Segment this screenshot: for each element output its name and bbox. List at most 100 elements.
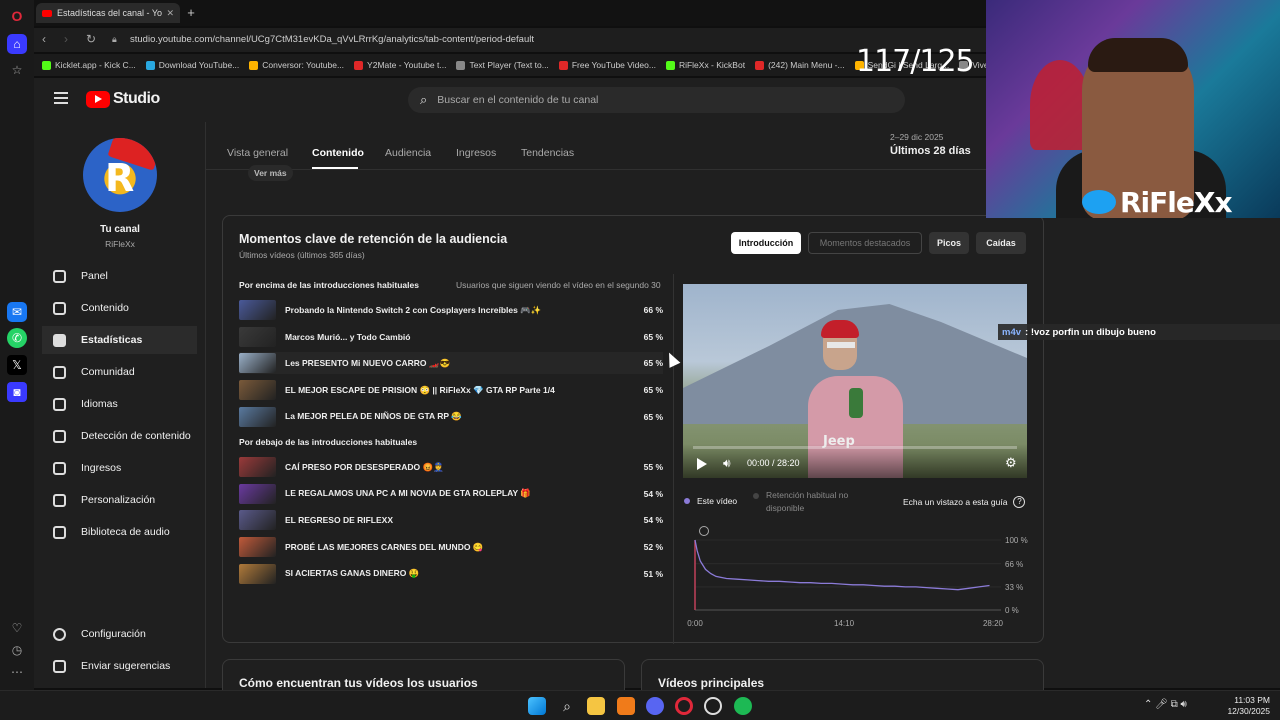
series-line xyxy=(694,539,990,591)
video-row[interactable]: Les PRESENTO Mi NUEVO CARRO 🏎️😎 65 % xyxy=(239,352,663,375)
feedback-button[interactable]: Enviar sugerencias xyxy=(42,652,197,680)
messenger-icon[interactable]: ✉ xyxy=(7,302,27,322)
video-row[interactable]: PROBÉ LAS MEJORES CARNES DEL MUNDO 😋 52 % xyxy=(239,536,663,558)
sidebar-item-earn[interactable]: Ingresos xyxy=(42,454,197,482)
sidebar-item-analytics[interactable]: Estadísticas xyxy=(42,326,197,354)
tab-audiencia[interactable]: Audiencia xyxy=(385,147,431,159)
forward-icon[interactable]: › xyxy=(64,32,68,46)
channel-label: Tu canal xyxy=(100,224,140,235)
filter-intro[interactable]: Introducción xyxy=(731,232,801,254)
more-icon[interactable]: ⋯ xyxy=(7,662,27,682)
video-progress-bar[interactable] xyxy=(693,446,1017,449)
ai-icon[interactable]: ◙ xyxy=(7,382,27,402)
filter-drops[interactable]: Caídas xyxy=(976,232,1026,254)
opera-logo-icon[interactable]: O xyxy=(7,6,27,26)
video-player[interactable]: Jeep 🔊︎ 00:00 / 28:20 ⚙ xyxy=(683,284,1027,478)
volume-icon[interactable]: 🔊︎ xyxy=(723,456,731,471)
x-tick-label: 14:10 xyxy=(834,619,855,628)
video-row[interactable]: EL MEJOR ESCAPE DE PRISION 😳 || RiFleXx … xyxy=(239,379,663,401)
video-row[interactable]: CAÍ PRESO POR DESESPERADO 😡👮 55 % xyxy=(239,456,663,478)
bookmark-item[interactable]: Conversor: Youtube... xyxy=(249,60,344,70)
settings-button[interactable]: Configuración xyxy=(42,620,197,648)
windows-start-icon[interactable] xyxy=(528,697,546,715)
browser-tab[interactable]: Estadísticas del canal - Yo ✕ xyxy=(36,3,180,23)
bookmark-item[interactable]: Free YouTube Video... xyxy=(558,60,656,70)
sidebar-item-label: Comunidad xyxy=(81,366,135,378)
search-input[interactable]: ⌕ Buscar en el contenido de tu canal xyxy=(408,87,905,113)
star-icon[interactable]: ☆ xyxy=(7,60,27,80)
menu-icon[interactable] xyxy=(54,92,68,104)
tab-tendencias[interactable]: Tendencias xyxy=(521,147,574,159)
streamer-name: RiFleXx xyxy=(1120,186,1233,218)
sidebar-item-dashboard[interactable]: Panel xyxy=(42,262,197,290)
sidebar-item-customization[interactable]: Personalización xyxy=(42,486,197,514)
filter-highlights[interactable]: Momentos destacados xyxy=(808,232,922,254)
bookmark-favicon-icon xyxy=(558,60,568,70)
spotify-icon[interactable] xyxy=(734,697,752,715)
sidebar-item-audio-library[interactable]: Biblioteca de audio xyxy=(42,518,197,546)
chat-text: : !voz porfin un dibujo bueno xyxy=(1025,326,1156,338)
bookmark-item[interactable]: (242) Main Menu -... xyxy=(755,60,845,70)
filter-peaks[interactable]: Picos xyxy=(929,232,969,254)
tray-icons[interactable]: ⌃ 🎤︎ ⧉ 🔊︎ xyxy=(1144,699,1187,710)
legend-habitual-label: Retención habitual no disponible xyxy=(766,490,849,513)
tab-vista-general[interactable]: Vista general xyxy=(227,147,288,159)
bookmark-item[interactable]: Text Player (Text to... xyxy=(456,60,549,70)
retention-card: Momentos clave de retención de la audien… xyxy=(222,215,1044,644)
heart-icon[interactable]: ♡ xyxy=(7,618,27,638)
sidebar-item-content[interactable]: Contenido xyxy=(42,294,197,322)
tab-ingresos[interactable]: Ingresos xyxy=(456,147,496,159)
video-settings-icon[interactable]: ⚙ xyxy=(1005,455,1017,471)
studio-logo[interactable]: Studio xyxy=(86,90,160,108)
tab-contenido[interactable]: Contenido xyxy=(312,147,364,159)
x-tick-label: 28:20 xyxy=(983,619,1004,628)
see-more-button[interactable]: Ver más xyxy=(248,165,293,181)
studio-header: Studio ⌕ Buscar en el contenido de tu ca… xyxy=(34,78,986,122)
clock[interactable]: 11:03 PM 12/30/2025 xyxy=(1222,695,1270,717)
video-thumbnail xyxy=(239,406,276,427)
back-icon[interactable]: ‹ xyxy=(42,32,46,46)
discord-icon[interactable] xyxy=(646,697,664,715)
search-icon[interactable]: ⌕ xyxy=(558,697,576,715)
video-row[interactable]: SI ACIERTAS GANAS DINERO 🤑 51 % xyxy=(239,563,663,585)
retention-chart[interactable]: 100 % 66 % 33 % 0 % 0:00 14:10 28:20 xyxy=(683,520,1033,628)
guide-link[interactable]: Echa un vistazo a esta guía ? xyxy=(903,496,1026,508)
video-row[interactable]: LE REGALAMOS UNA PC A MI NOVIA DE GTA RO… xyxy=(239,483,663,505)
opera-icon[interactable] xyxy=(675,697,693,715)
app-icon[interactable] xyxy=(617,697,635,715)
new-tab-icon[interactable]: + xyxy=(184,6,198,20)
close-tab-icon[interactable]: ✕ xyxy=(166,8,174,19)
x-icon[interactable]: 𝕏 xyxy=(7,355,27,375)
video-row[interactable]: Marcos Murió... y Todo Cambió 65 % xyxy=(239,326,663,348)
obs-icon[interactable] xyxy=(704,697,722,715)
sidebar-item-copyright[interactable]: Detección de contenido xyxy=(42,422,197,450)
bottle xyxy=(849,388,863,418)
file-explorer-icon[interactable] xyxy=(587,697,605,715)
bookmark-item[interactable]: Y2Mate - Youtube t... xyxy=(354,60,446,70)
play-icon[interactable] xyxy=(697,458,707,470)
history-icon[interactable]: ◷ xyxy=(7,640,27,660)
bookmark-item[interactable]: Kicklet.app - Kick C... xyxy=(42,60,136,70)
whatsapp-icon[interactable]: ✆ xyxy=(7,328,27,348)
reload-icon[interactable]: ↻ xyxy=(86,32,96,46)
date-range: 2–29 dic 2025 xyxy=(890,132,944,142)
video-title: CAÍ PRESO POR DESESPERADO 😡👮 xyxy=(285,461,444,472)
url-field[interactable]: studio.youtube.com/channel/UCg7CtM31evKD… xyxy=(130,34,534,45)
bookmark-item[interactable]: Download YouTube... xyxy=(145,60,239,70)
bookmark-label: Conversor: Youtube... xyxy=(262,60,345,70)
sidebar-item-community[interactable]: Comunidad xyxy=(42,358,197,386)
bookmark-item[interactable]: RiFleXx - KickBot xyxy=(665,60,745,70)
subtitles-icon xyxy=(53,397,66,411)
help-icon: ? xyxy=(1013,496,1026,508)
video-row[interactable]: Probando la Nintendo Switch 2 con Cospla… xyxy=(239,299,663,321)
sidebar-item-subtitles[interactable]: Idiomas xyxy=(42,390,197,418)
video-row[interactable]: EL REGRESO DE RIFLEXX 54 % xyxy=(239,509,663,531)
video-row[interactable]: La MEJOR PELEA DE NIÑOS DE GTA RP 😂 65 % xyxy=(239,406,663,428)
period-selector[interactable]: Últimos 28 días xyxy=(890,145,971,157)
video-title: PROBÉ LAS MEJORES CARNES DEL MUNDO 😋 xyxy=(285,541,484,552)
channel-avatar[interactable]: R xyxy=(83,138,157,212)
chat-user: m4v xyxy=(1002,326,1022,338)
home-icon[interactable]: ⌂ xyxy=(7,34,27,54)
retention-percent: 65 % xyxy=(643,385,663,396)
video-thumbnail xyxy=(239,563,276,584)
